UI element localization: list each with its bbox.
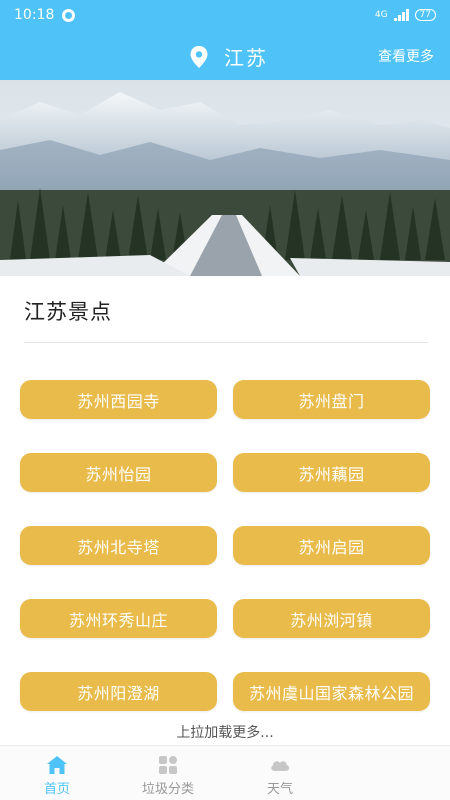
spot-button[interactable]: 苏州盘门 [233,380,430,419]
spot-button[interactable]: 苏州北寺塔 [20,526,217,565]
spot-button[interactable]: 苏州浏河镇 [233,599,430,638]
battery-icon: 77 [414,9,436,21]
banner-image [0,80,450,276]
tab-label: 垃圾分类 [141,782,194,797]
spot-button[interactable]: 苏州虞山国家森林公园 [233,672,430,711]
top-header: 江苏 查看更多 [0,30,450,80]
tab-garbage-sorting[interactable]: 垃圾分类 [118,746,218,800]
spot-button[interactable]: 苏州环秀山庄 [20,599,217,638]
status-time: 10:18 [14,7,55,23]
location-selector[interactable]: 江苏 [190,42,268,71]
load-more-hint: 上拉加载更多... [176,725,274,741]
section-title: 江苏景点 [24,300,112,324]
tab-label: 首页 [43,782,70,797]
view-more-link[interactable]: 查看更多 [378,46,434,66]
tab-home[interactable]: 首页 [7,746,107,800]
home-icon [47,756,67,774]
spot-button[interactable]: 苏州启园 [233,526,430,565]
spot-button[interactable]: 苏州怡园 [20,453,217,492]
globe-icon [62,8,76,22]
status-bar: 10:18 4G 77 [0,0,450,30]
network-label: 4G [374,10,388,20]
section-divider [24,342,428,343]
bottom-tab-bar: 首页 垃圾分类 天气 [0,745,450,800]
spot-button[interactable]: 苏州西园寺 [20,380,217,419]
tab-label: 天气 [266,782,293,797]
location-pin-icon [190,45,208,68]
tab-weather[interactable]: 天气 [230,746,330,800]
city-name: 江苏 [224,46,268,70]
signal-icon [393,9,409,21]
spot-button[interactable]: 苏州阳澄湖 [20,672,217,711]
grid-icon [159,756,177,774]
cloud-icon [271,761,290,771]
spot-button[interactable]: 苏州藕园 [233,453,430,492]
